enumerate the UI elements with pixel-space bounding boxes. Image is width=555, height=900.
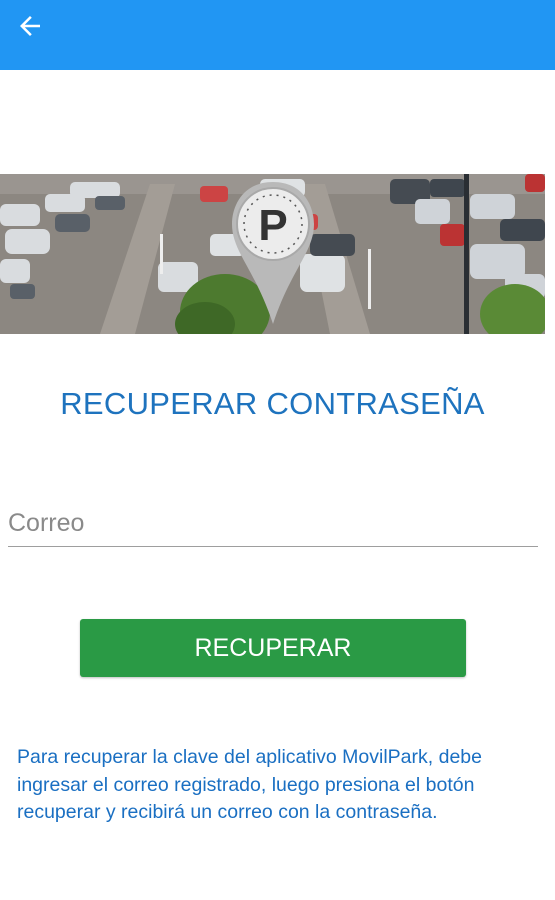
parking-badge-letter: P xyxy=(258,201,287,250)
arrow-left-icon xyxy=(20,16,40,36)
app-bar xyxy=(0,0,555,70)
email-input[interactable] xyxy=(8,500,538,546)
recover-button[interactable]: RECUPERAR xyxy=(80,619,466,677)
page-title: RECUPERAR CONTRASEÑA xyxy=(60,386,485,421)
email-field[interactable] xyxy=(8,500,538,547)
parking-banner-image: P xyxy=(0,174,545,334)
back-button[interactable] xyxy=(10,8,50,44)
instructions-text: Para recuperar la clave del aplicativo M… xyxy=(17,746,482,823)
